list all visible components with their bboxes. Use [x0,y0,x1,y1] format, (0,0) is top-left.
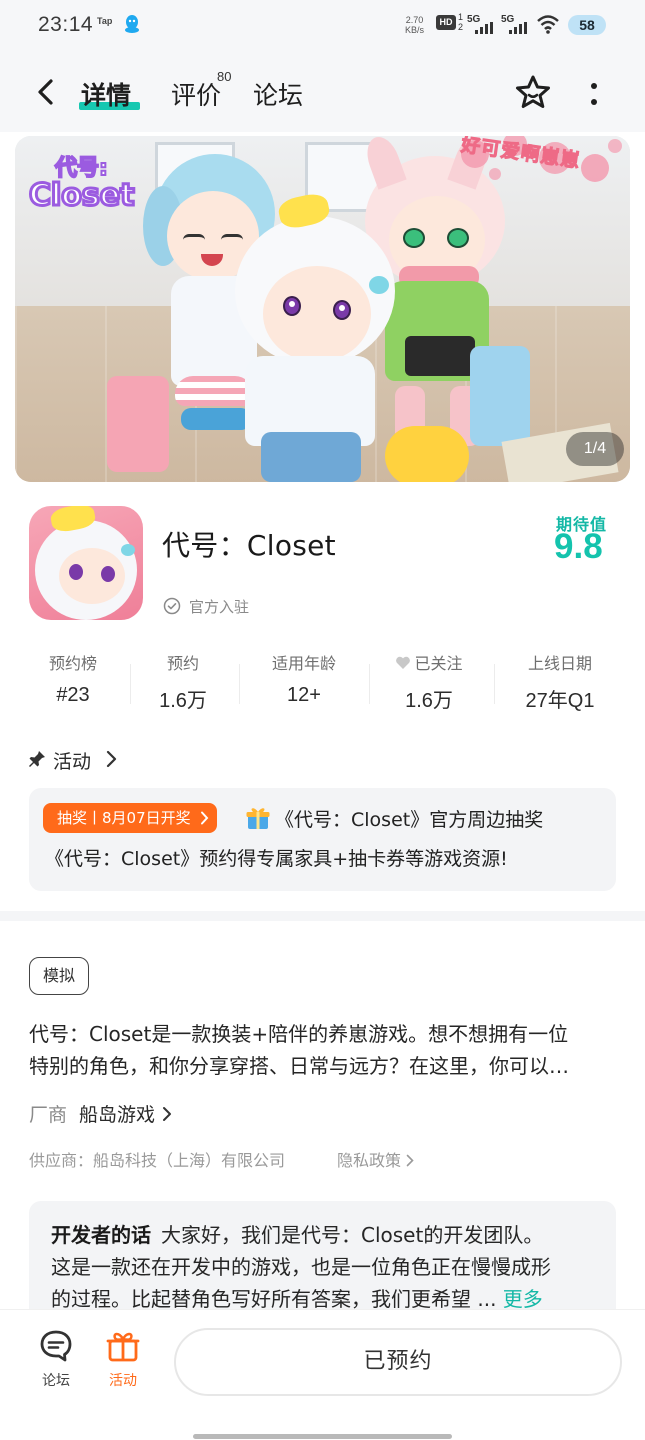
activity-description: 《代号：Closet》预约得专属家具+抽卡券等游戏资源! [45,848,508,870]
stat-label: 适用年龄 [271,654,336,673]
privacy-policy-link[interactable]: 隐私政策 [337,1147,415,1171]
stat-label-with-icon: 已关注 [381,650,477,674]
more-options-icon[interactable] [584,81,604,109]
vendor-name: 船岛游戏 [79,1104,156,1126]
developer-note-line: 这是一款还在开发中的游戏，也是一位角色正在慢慢成形 [51,1255,551,1279]
favorite-star-icon[interactable] [513,73,553,113]
lottery-tag[interactable]: 抽奖丨8月07日开奖 [43,803,217,833]
chevron-right-icon [200,811,208,825]
home-indicator[interactable] [193,1434,452,1439]
expectation-score: 9.8 [554,527,603,566]
genre-tag[interactable]: 模拟 [29,957,90,995]
stat-reservations: 预约 1.6万 [138,650,228,713]
privacy-policy-label: 隐私政策 [337,1151,402,1170]
hd-sim-index: 1 2 [458,12,463,32]
gift-icon [106,1332,140,1362]
hero-banner-carousel[interactable]: 代号: Closet 好可爱啊崽崽 1/4 [15,136,630,482]
activity-label: 活动 [109,1373,137,1389]
forum-button[interactable]: 论坛 [26,1328,86,1390]
verified-check-icon [163,597,181,615]
reviews-count-badge: 80 [217,69,232,84]
game-app-icon [29,506,143,620]
official-label: 官方入驻 [189,598,250,616]
banner-character-white [205,191,405,482]
section-divider [0,911,645,921]
reserved-button[interactable]: 已预约 [174,1328,622,1396]
stat-divider [239,664,240,704]
user-sticker: 好可爱啊崽崽 [455,136,627,196]
banner-suitcase-yellow [385,426,469,482]
banner-suitcase-blue [470,346,530,446]
wifi-icon [536,14,560,38]
stat-divider [369,664,370,704]
read-more-link[interactable]: 更多 [503,1287,543,1309]
stat-reserve-rank[interactable]: 预约榜 #23 [28,650,118,707]
developer-note-line: 的过程。比起替角色写好所有答案，我们更希望 ... [51,1287,497,1309]
battery-indicator: 58 [568,15,606,35]
hd-sim-bottom: 2 [458,22,464,32]
forum-chat-icon [40,1330,72,1362]
game-title: 代号：Closet [162,529,336,562]
chevron-right-icon [406,1154,414,1167]
developer-note-card[interactable]: 开发者的话 大家好，我们是代号：Closet的开发团队。 这是一款还在开发中的游戏… [29,1201,616,1309]
stat-value: 27年Q1 [525,690,595,712]
activity-card[interactable]: 抽奖丨8月07日开奖 《代号：Closet》官方周边抽奖 《代号：Closet》… [29,788,616,891]
activity-title: 活动 [53,751,92,773]
stat-label: 上线日期 [527,654,592,673]
stat-followers[interactable]: 已关注 1.6万 [381,650,477,713]
net-speed: 2.70 KB/s [405,15,424,35]
stat-value: 12+ [287,684,321,706]
lottery-tag-text: 抽奖丨8月07日开奖 [57,809,191,827]
stat-age-rating: 适用年龄 12+ [256,650,352,707]
description-line: 代号：Closet是一款换装+陪伴的养崽游戏。想不想拥有一位 [29,1022,569,1046]
developer-note-label: 开发者的话 [51,1223,151,1247]
top-nav: 详情 评价 80 论坛 [0,52,645,132]
carousel-page-indicator: 1/4 [566,432,624,466]
stat-value: 1.6万 [159,690,207,712]
net-speed-value: 2.70 [405,15,424,25]
hd-voice-icon: HD [436,15,456,30]
description-line: 特别的角色，和你分享穿搭、日常与远方？在这里，你可以… [29,1054,569,1078]
back-arrow-icon[interactable] [34,78,58,106]
activity-button[interactable]: 活动 [93,1328,153,1390]
gift-icon [246,808,270,829]
stat-value: #23 [56,684,90,706]
tab-forum[interactable]: 论坛 [253,76,303,112]
developer-note-line: 大家好，我们是代号：Closet的开发团队。 [161,1223,544,1247]
pin-icon [29,751,45,767]
vendor-link[interactable]: 厂商 船岛游戏 [29,1100,173,1128]
stats-row: 预约榜 #23 预约 1.6万 适用年龄 12+ 已关注 1.6万 上线日期 2… [0,650,645,720]
forum-label: 论坛 [42,1373,70,1389]
stat-divider [130,664,131,704]
supplier-info: 供应商：船岛科技（上海）有限公司 [29,1151,286,1170]
bottom-action-bar: 论坛 活动 已预约 [0,1309,645,1440]
game-description[interactable]: 代号：Closet是一款换装+陪伴的养崽游戏。想不想拥有一位 特别的角色，和你分… [29,1018,619,1082]
heart-icon [396,656,411,669]
activity-headline: 《代号：Closet》官方周边抽奖 [275,809,544,831]
tab-details[interactable]: 详情 [81,76,131,112]
stat-label: 预约 [166,654,199,673]
chevron-right-icon [106,750,117,768]
vendor-label: 厂商 [29,1104,68,1126]
stat-release-date: 上线日期 27年Q1 [510,650,610,713]
net-speed-unit: KB/s [405,25,425,35]
stat-value: 1.6万 [405,690,453,712]
status-time: 23:14 [38,13,94,36]
stat-divider [494,664,495,704]
qq-notification-icon [124,14,140,38]
game-logo: 代号: Closet [27,150,141,216]
stat-label: 预约榜 [48,654,97,673]
stat-label: 已关注 [414,654,463,673]
status-bar: 23:14 Tap 2.70 KB/s HD 1 2 5G 5G 58 [0,0,645,52]
game-logo-line2: Closet [27,177,135,215]
tap-app-indicator: Tap [97,16,113,26]
banner-suitcase-pink [107,376,169,472]
tab-reviews[interactable]: 评价 [171,76,221,112]
chevron-right-icon [163,1107,172,1121]
hd-sim-top: 1 [458,12,464,22]
